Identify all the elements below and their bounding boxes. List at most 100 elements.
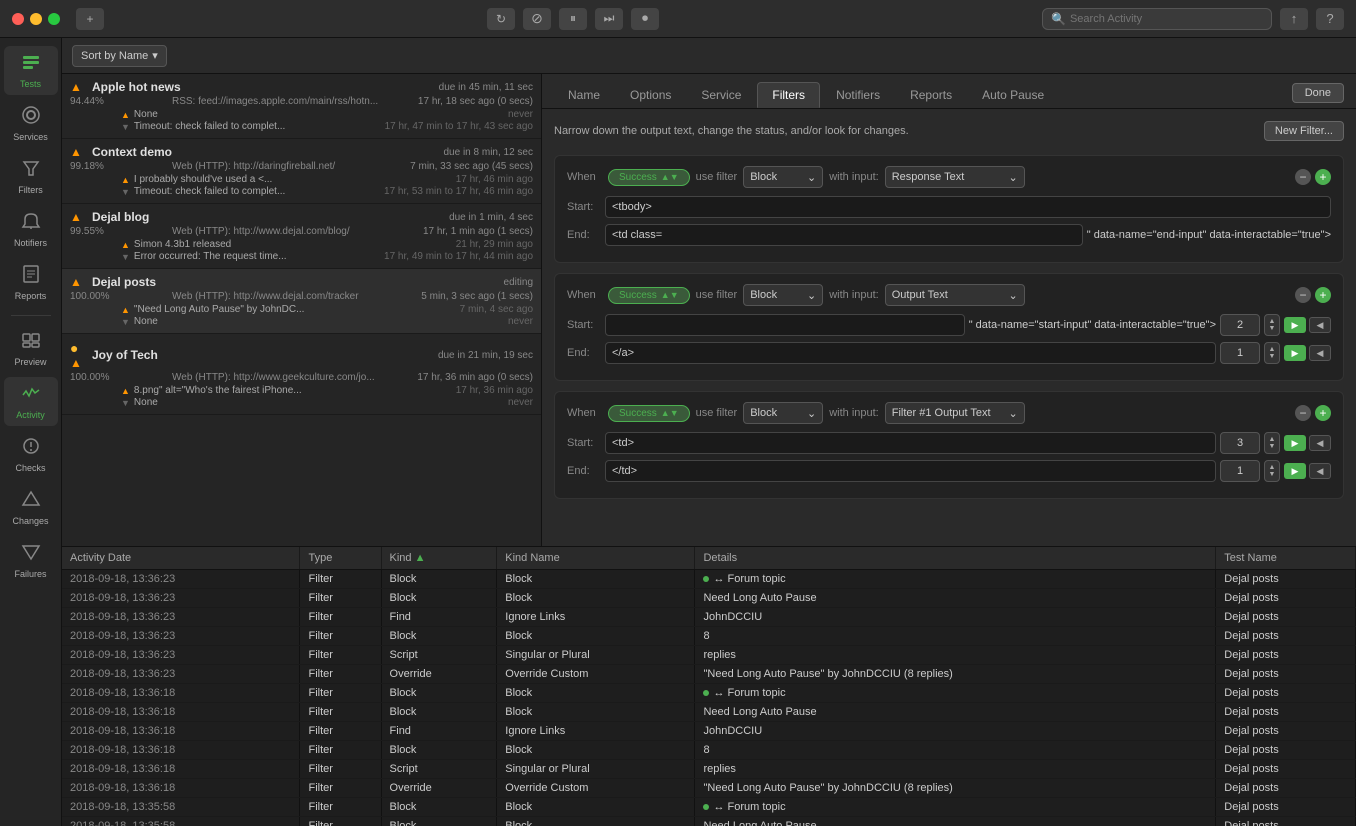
end-input[interactable] xyxy=(605,460,1216,482)
maximize-button[interactable] xyxy=(48,13,60,25)
start-input[interactable] xyxy=(605,196,1331,218)
sidebar-item-checks[interactable]: Checks xyxy=(4,430,58,479)
column-header-kind[interactable]: Kind▲ xyxy=(381,547,497,570)
no-image-button[interactable]: ⊘ xyxy=(523,8,551,30)
condition-select[interactable]: Success ▲▼ xyxy=(608,405,690,422)
table-cell: Override xyxy=(381,779,497,798)
input-type-select[interactable]: Output Text ⌄ xyxy=(885,284,1025,306)
table-row[interactable]: 2018-09-18, 13:36:18FilterScriptSingular… xyxy=(62,760,1356,779)
condition-select[interactable]: Success ▲▼ xyxy=(608,287,690,304)
end-input[interactable] xyxy=(605,342,1216,364)
remove-filter-button[interactable]: − xyxy=(1295,169,1311,185)
add-filter-button[interactable]: + xyxy=(1315,169,1331,185)
test-sub-text: "Need Long Auto Pause" by JohnDC... xyxy=(134,304,305,315)
pause-button[interactable]: ⏸ xyxy=(559,8,587,30)
column-header-type[interactable]: Type xyxy=(300,547,381,570)
test-item[interactable]: ● ▲ Joy of Tech due in 21 min, 19 sec 10… xyxy=(62,334,541,415)
sidebar-item-tests[interactable]: Tests xyxy=(4,46,58,95)
sidebar-item-activity[interactable]: Activity xyxy=(4,377,58,426)
sidebar-item-preview[interactable]: Preview xyxy=(4,324,58,373)
start-stepper[interactable]: ▲ ▼ xyxy=(1264,432,1280,454)
refresh-button[interactable]: ↻ xyxy=(487,8,515,30)
done-button[interactable]: Done xyxy=(1292,83,1344,103)
remove-filter-button[interactable]: − xyxy=(1295,287,1311,303)
test-item[interactable]: ▲ Context demo due in 8 min, 12 sec 99.1… xyxy=(62,139,541,204)
end-action-play[interactable]: ▶ xyxy=(1284,463,1306,479)
table-row[interactable]: 2018-09-18, 13:36:23FilterScriptSingular… xyxy=(62,646,1356,665)
filter-type-select[interactable]: Block ⌄ xyxy=(743,166,823,188)
start-action-play[interactable]: ▶ xyxy=(1284,435,1306,451)
tab-notifiers[interactable]: Notifiers xyxy=(822,83,894,107)
add-filter-button[interactable]: + xyxy=(1315,405,1331,421)
start-action-back[interactable]: ◀ xyxy=(1309,435,1331,451)
search-bar[interactable]: 🔍 xyxy=(1042,8,1272,30)
search-input[interactable] xyxy=(1070,13,1263,25)
table-row[interactable]: 2018-09-18, 13:35:58FilterBlockBlockNeed… xyxy=(62,817,1356,826)
end-action-back[interactable]: ◀ xyxy=(1309,463,1331,479)
minimize-button[interactable] xyxy=(30,13,42,25)
table-row[interactable]: 2018-09-18, 13:36:18FilterBlockBlockNeed… xyxy=(62,703,1356,722)
table-row[interactable]: 2018-09-18, 13:36:23FilterOverrideOverri… xyxy=(62,665,1356,684)
column-header-activity-date[interactable]: Activity Date xyxy=(62,547,300,570)
input-type-select[interactable]: Filter #1 Output Text ⌄ xyxy=(885,402,1025,424)
tab-auto-pause[interactable]: Auto Pause xyxy=(968,83,1058,107)
add-filter-button[interactable]: + xyxy=(1315,287,1331,303)
column-header-kind-name[interactable]: Kind Name xyxy=(497,547,695,570)
sidebar-item-changes[interactable]: Changes xyxy=(4,483,58,532)
table-row[interactable]: 2018-09-18, 13:36:18FilterOverrideOverri… xyxy=(62,779,1356,798)
test-item[interactable]: ▲ Dejal posts editing 100.00% Web (HTTP)… xyxy=(62,269,541,334)
input-type-select[interactable]: Response Text ⌄ xyxy=(885,166,1025,188)
table-row[interactable]: 2018-09-18, 13:36:18FilterBlockBlock8Dej… xyxy=(62,741,1356,760)
remove-filter-button[interactable]: − xyxy=(1295,405,1311,421)
row-icon: ▲ xyxy=(121,305,130,315)
play-next-button[interactable]: ⏭ xyxy=(595,8,623,30)
start-action-back[interactable]: ◀ xyxy=(1309,317,1331,333)
activity-scroll[interactable]: Activity DateTypeKind▲Kind NameDetailsTe… xyxy=(62,547,1356,826)
start-action-play[interactable]: ▶ xyxy=(1284,317,1306,333)
tab-service[interactable]: Service xyxy=(687,83,755,107)
table-cell: JohnDCCIU xyxy=(695,608,1216,627)
end-stepper[interactable]: ▲ ▼ xyxy=(1264,460,1280,482)
help-button[interactable]: ? xyxy=(1316,8,1344,30)
sort-button[interactable]: Sort by Name ▾ xyxy=(72,45,167,67)
tab-reports[interactable]: Reports xyxy=(896,83,966,107)
sidebar-item-filters[interactable]: Filters xyxy=(4,152,58,201)
tab-name[interactable]: Name xyxy=(554,83,614,107)
new-filter-button[interactable]: New Filter... xyxy=(1264,121,1344,141)
table-cell: 2018-09-18, 13:36:23 xyxy=(62,589,300,608)
start-input[interactable] xyxy=(605,432,1216,454)
close-button[interactable] xyxy=(12,13,24,25)
add-button[interactable]: + xyxy=(76,8,104,30)
end-stepper[interactable]: ▲ ▼ xyxy=(1264,342,1280,364)
table-row[interactable]: 2018-09-18, 13:36:23FilterBlockBlock↔ Fo… xyxy=(62,570,1356,589)
table-cell: 2018-09-18, 13:36:18 xyxy=(62,703,300,722)
table-row[interactable]: 2018-09-18, 13:36:23FilterFindIgnore Lin… xyxy=(62,608,1356,627)
condition-select[interactable]: Success ▲▼ xyxy=(608,169,690,186)
table-row[interactable]: 2018-09-18, 13:36:23FilterBlockBlockNeed… xyxy=(62,589,1356,608)
start-stepper[interactable]: ▲ ▼ xyxy=(1264,314,1280,336)
tab-filters[interactable]: Filters xyxy=(757,82,820,108)
sidebar-item-failures[interactable]: Failures xyxy=(4,536,58,585)
test-item[interactable]: ▲ Dejal blog due in 1 min, 4 sec 99.55% … xyxy=(62,204,541,269)
sidebar-item-reports[interactable]: Reports xyxy=(4,258,58,307)
record-button[interactable]: ⏺ xyxy=(631,8,659,30)
table-row[interactable]: 2018-09-18, 13:36:18FilterBlockBlock↔ Fo… xyxy=(62,684,1356,703)
filter-type-select[interactable]: Block ⌄ xyxy=(743,402,823,424)
table-row[interactable]: 2018-09-18, 13:35:58FilterBlockBlock↔ Fo… xyxy=(62,798,1356,817)
column-header-test-name[interactable]: Test Name xyxy=(1216,547,1356,570)
table-cell: Block xyxy=(497,817,695,826)
end-action-back[interactable]: ◀ xyxy=(1309,345,1331,361)
test-sub-row: ▲ None never xyxy=(121,109,533,120)
filter-type-select[interactable]: Block ⌄ xyxy=(743,284,823,306)
share-button[interactable]: ↑ xyxy=(1280,8,1308,30)
table-cell: Ignore Links xyxy=(497,722,695,741)
tab-options[interactable]: Options xyxy=(616,83,685,107)
table-row[interactable]: 2018-09-18, 13:36:23FilterBlockBlock8Dej… xyxy=(62,627,1356,646)
table-cell: 2018-09-18, 13:35:58 xyxy=(62,817,300,826)
test-item[interactable]: ▲ Apple hot news due in 45 min, 11 sec 9… xyxy=(62,74,541,139)
end-action-play[interactable]: ▶ xyxy=(1284,345,1306,361)
column-header-details[interactable]: Details xyxy=(695,547,1216,570)
sidebar-item-services[interactable]: Services xyxy=(4,99,58,148)
sidebar-item-notifiers[interactable]: Notifiers xyxy=(4,205,58,254)
table-row[interactable]: 2018-09-18, 13:36:18FilterFindIgnore Lin… xyxy=(62,722,1356,741)
